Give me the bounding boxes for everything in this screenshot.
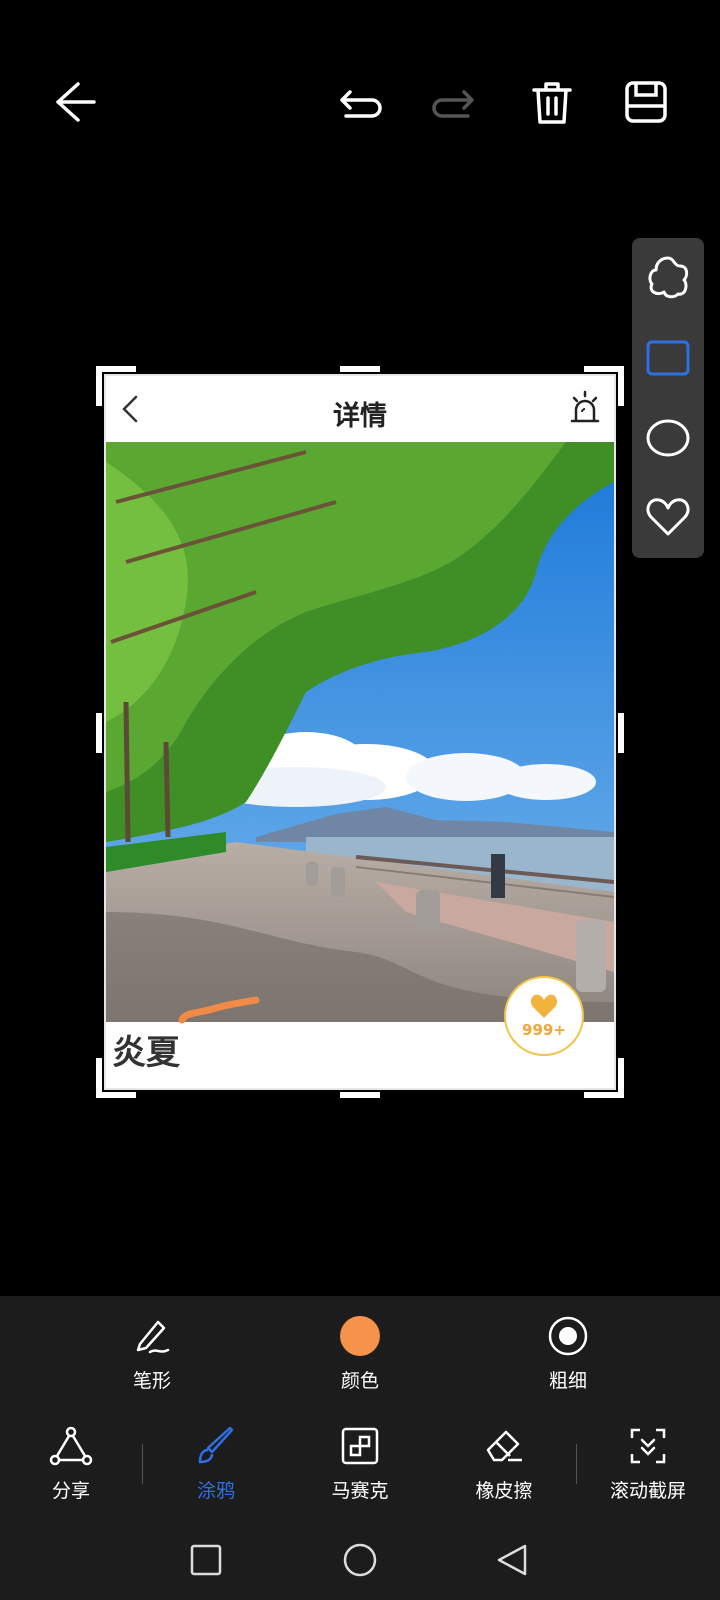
save-icon (625, 81, 667, 123)
redo-button[interactable] (422, 70, 486, 134)
rectangle-icon (646, 340, 690, 376)
shape-circle[interactable] (640, 410, 696, 466)
crop-handle-bottom[interactable] (340, 1092, 380, 1098)
scroll-capture-button[interactable]: 滚动截屏 (588, 1426, 708, 1503)
redo-icon (432, 90, 474, 118)
circle-icon (646, 419, 690, 457)
crop-handle-tl-h[interactable] (96, 366, 136, 372)
home-icon (343, 1543, 377, 1577)
trash-icon (532, 82, 572, 124)
puzzle-icon (648, 256, 689, 299)
scroll-capture-icon (630, 1428, 666, 1464)
crop-handle-bl-h[interactable] (96, 1092, 136, 1098)
graffiti-button[interactable]: 涂鸦 (156, 1426, 276, 1503)
color-dot-icon (340, 1316, 380, 1356)
nav-back-button[interactable] (492, 1540, 532, 1580)
crop-handle-tr-v[interactable] (618, 366, 624, 406)
crop-handle-tl-v[interactable] (96, 366, 102, 406)
mosaic-button[interactable]: 马赛克 (300, 1426, 420, 1503)
pen-style-icon (136, 1320, 170, 1354)
like-badge[interactable]: 999+ (504, 976, 584, 1056)
crop-handle-bl-v[interactable] (96, 1058, 102, 1098)
thickness-label: 粗细 (548, 1370, 587, 1392)
crop-handle-br-v[interactable] (618, 1058, 624, 1098)
recent-apps-button[interactable] (186, 1540, 226, 1580)
delete-button[interactable] (520, 70, 584, 134)
back-triangle-icon (497, 1544, 527, 1576)
divider (142, 1444, 143, 1484)
shape-palette (632, 238, 704, 558)
share-button[interactable]: 分享 (11, 1426, 131, 1503)
alarm-light-icon (570, 390, 600, 423)
thickness-button[interactable]: 粗细 (508, 1316, 628, 1393)
eraser-button[interactable]: 橡皮擦 (444, 1426, 564, 1503)
page-title: 详情 (333, 401, 387, 432)
crop-handle-top[interactable] (340, 366, 380, 372)
pen-style-label: 笔形 (132, 1370, 171, 1392)
crop-handle-right[interactable] (618, 713, 624, 753)
color-label: 颜色 (340, 1370, 379, 1392)
back-button[interactable] (40, 70, 104, 134)
mosaic-label: 马赛克 (331, 1480, 389, 1502)
home-button[interactable] (340, 1540, 380, 1580)
screenshot-canvas[interactable]: 详情 炎夏 999+ (104, 374, 616, 1090)
seaside-photo (106, 442, 614, 1022)
share-label: 分享 (51, 1480, 90, 1502)
shape-freeform[interactable] (640, 250, 696, 306)
undo-icon (340, 90, 382, 118)
share-icon (49, 1426, 93, 1466)
brush-icon (198, 1426, 234, 1464)
shape-heart[interactable] (640, 488, 696, 544)
orange-brush-stroke (178, 996, 260, 1024)
detail-header: 详情 (106, 376, 614, 442)
like-count: 999+ (522, 1021, 566, 1039)
eraser-label: 橡皮擦 (475, 1480, 533, 1502)
undo-button[interactable] (328, 70, 392, 134)
heart-filled-icon (530, 994, 558, 1018)
pen-style-button[interactable]: 笔形 (92, 1316, 212, 1393)
recent-apps-icon (190, 1544, 222, 1576)
divider (576, 1444, 577, 1484)
save-button[interactable] (614, 70, 678, 134)
heart-icon (646, 498, 690, 536)
crop-handle-left[interactable] (96, 713, 102, 753)
color-button[interactable]: 颜色 (300, 1316, 420, 1393)
scroll-capture-label: 滚动截屏 (609, 1480, 686, 1502)
arrow-left-icon (56, 82, 96, 122)
eraser-icon (486, 1430, 522, 1462)
mosaic-icon (341, 1427, 379, 1465)
thickness-icon (548, 1316, 588, 1356)
graffiti-label: 涂鸦 (196, 1480, 235, 1502)
shape-rectangle[interactable] (640, 330, 696, 386)
caption-text: 炎夏 (112, 1033, 180, 1073)
